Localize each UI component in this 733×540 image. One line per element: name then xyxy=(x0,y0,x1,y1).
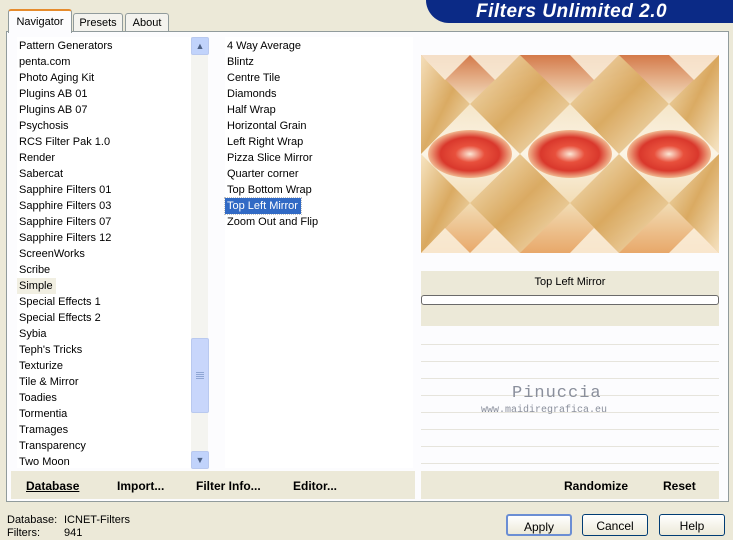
filter-list[interactable]: 4 Way Average Blintz Centre Tile Diamonds Ha… xyxy=(224,37,413,468)
status-database-value: ICNET-Filters xyxy=(64,514,130,526)
preview-caption: Top Left Mirror xyxy=(534,276,606,288)
cancel-button[interactable]: Cancel xyxy=(582,514,648,536)
parameter-row-divider xyxy=(421,361,719,362)
filter-item[interactable]: Left Right Wrap xyxy=(225,134,306,150)
filter-item[interactable]: Diamonds xyxy=(225,86,280,102)
filter-item[interactable]: 4 Way Average xyxy=(225,38,304,54)
category-item[interactable]: Sapphire Filters 03 xyxy=(17,198,114,214)
category-item[interactable]: Scribe xyxy=(17,262,53,278)
parameter-row-divider xyxy=(421,344,719,345)
status-filters-value: 941 xyxy=(64,527,83,539)
parameter-row-divider xyxy=(421,463,719,464)
grip-line xyxy=(196,376,204,377)
help-button[interactable]: Help xyxy=(659,514,725,536)
category-item[interactable]: Texturize xyxy=(17,358,66,374)
category-item[interactable]: RCS Filter Pak 1.0 xyxy=(17,134,113,150)
filter-item[interactable]: Top Left Mirror xyxy=(224,197,302,215)
status-database-label: Database: xyxy=(7,514,58,526)
filter-info-button[interactable]: Filter Info... xyxy=(196,479,261,493)
category-item[interactable]: Toadies xyxy=(17,390,60,406)
parameter-row-divider xyxy=(421,378,719,379)
category-item[interactable]: Tramages xyxy=(17,422,71,438)
category-item[interactable]: Transparency xyxy=(17,438,89,454)
grip-line xyxy=(196,372,204,373)
category-item[interactable]: Render xyxy=(17,150,58,166)
category-item[interactable]: Sapphire Filters 12 xyxy=(17,230,114,246)
filter-item[interactable]: Pizza Slice Mirror xyxy=(225,150,316,166)
category-item[interactable]: Sabercat xyxy=(17,166,66,182)
category-item[interactable]: Special Effects 2 xyxy=(17,310,104,326)
category-item[interactable]: penta.com xyxy=(17,54,73,70)
category-scrollbar[interactable]: ▲ ▼ xyxy=(191,37,209,469)
filter-item[interactable]: Quarter corner xyxy=(225,166,302,182)
import-button[interactable]: Import... xyxy=(117,479,164,493)
category-item[interactable]: Photo Aging Kit xyxy=(17,70,97,86)
filter-item[interactable]: Horizontal Grain xyxy=(225,118,309,134)
category-item[interactable]: Sapphire Filters 07 xyxy=(17,214,114,230)
category-list[interactable]: Pattern Generators penta.com Photo Aging K… xyxy=(17,37,191,468)
app-title: Filters Unlimited 2.0 xyxy=(476,1,668,22)
category-item[interactable]: Sapphire Filters 01 xyxy=(17,182,114,198)
tab-presets[interactable]: Presets xyxy=(73,13,123,32)
watermark-name: Pinuccia xyxy=(512,384,602,403)
category-item[interactable]: Two Moon xyxy=(17,454,73,470)
filter-item[interactable]: Half Wrap xyxy=(225,102,279,118)
category-item[interactable]: Tile & Mirror xyxy=(17,374,81,390)
scroll-down-button[interactable]: ▼ xyxy=(191,451,209,469)
watermark-url: www.maidiregrafica.eu xyxy=(481,405,608,416)
parameter-row-divider xyxy=(421,429,719,430)
grip-line xyxy=(196,378,204,379)
category-item[interactable]: Psychosis xyxy=(17,118,72,134)
editor-button[interactable]: Editor... xyxy=(293,479,337,493)
reset-button[interactable]: Reset xyxy=(663,479,696,493)
scroll-thumb[interactable] xyxy=(191,338,209,413)
tab-navigator[interactable]: Navigator xyxy=(8,9,72,33)
grip-line xyxy=(196,374,204,375)
category-item[interactable]: ScreenWorks xyxy=(17,246,88,262)
filter-item[interactable]: Blintz xyxy=(225,54,257,70)
category-item[interactable]: Teph's Tricks xyxy=(17,342,85,358)
category-item[interactable]: Tormentia xyxy=(17,406,70,422)
category-item[interactable]: Simple xyxy=(17,278,56,294)
scroll-up-button[interactable]: ▲ xyxy=(191,37,209,55)
status-filters-label: Filters: xyxy=(7,527,40,539)
category-item[interactable]: Plugins AB 01 xyxy=(17,86,91,102)
category-item[interactable]: Pattern Generators xyxy=(17,38,116,54)
progress-bar xyxy=(421,295,719,305)
randomize-button[interactable]: Randomize xyxy=(564,479,628,493)
parameter-row-divider xyxy=(421,446,719,447)
filter-item[interactable]: Top Bottom Wrap xyxy=(225,182,315,198)
category-item[interactable]: Sybia xyxy=(17,326,50,342)
category-item[interactable]: Plugins AB 07 xyxy=(17,102,91,118)
database-button[interactable]: Database xyxy=(26,479,79,493)
category-item[interactable]: Special Effects 1 xyxy=(17,294,104,310)
filter-item[interactable]: Centre Tile xyxy=(225,70,283,86)
apply-button[interactable]: Apply xyxy=(506,514,572,536)
tab-about[interactable]: About xyxy=(125,13,169,32)
filter-item[interactable]: Zoom Out and Flip xyxy=(225,214,321,230)
filter-preview-image xyxy=(421,55,719,253)
